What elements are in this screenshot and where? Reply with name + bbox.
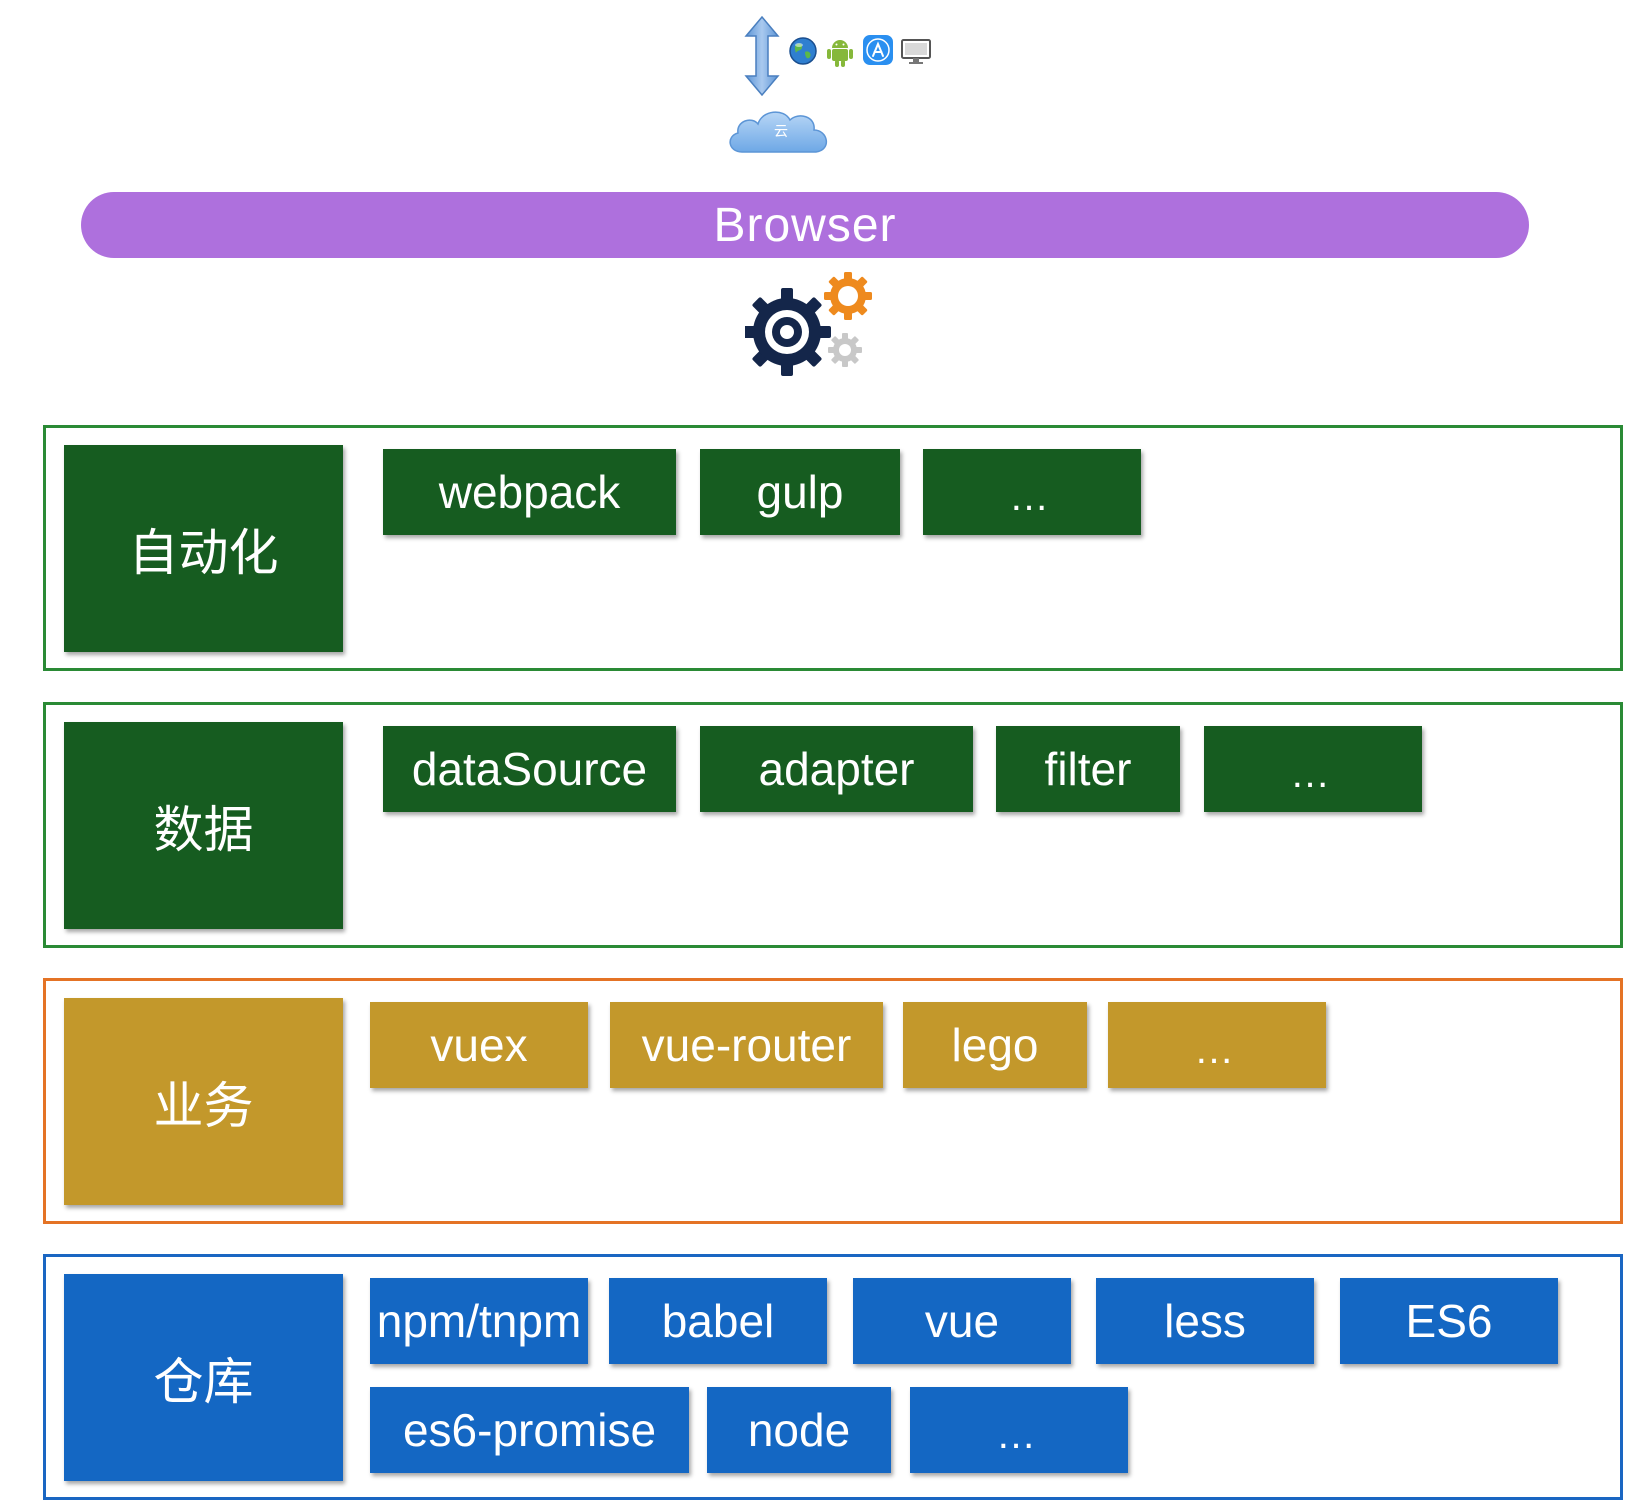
browser-bar: Browser [81,192,1529,258]
double-arrow-icon [744,16,780,96]
item-gulp: gulp [700,449,900,535]
item-vue-router: vue-router [610,1002,883,1088]
platform-icons: 云 [729,14,970,164]
layer-label-automation: 自动化 [64,445,343,652]
item-node: node [707,1387,891,1473]
desktop-icon [901,39,931,64]
item-es6: ES6 [1340,1278,1558,1364]
browser-label: Browser [713,198,897,252]
layer-automation: 自动化 webpack gulp … [43,425,1623,671]
item-vue: vue [853,1278,1071,1364]
layer-business: 业务 vuex vue-router lego … [43,978,1623,1224]
cloud-label: 云 [774,124,788,140]
item-less: less [1096,1278,1314,1364]
item-datasource: dataSource [383,726,676,812]
item-more: … [923,449,1141,535]
gears-icon [745,272,872,376]
item-filter: filter [996,726,1180,812]
item-more: … [1204,726,1422,812]
item-babel: babel [609,1278,827,1364]
layer-label-repository: 仓库 [64,1274,343,1481]
item-lego: lego [903,1002,1087,1088]
appstore-icon [863,35,893,65]
item-es6-promise: es6-promise [370,1387,689,1473]
layer-data: 数据 dataSource adapter filter … [43,702,1623,948]
item-adapter: adapter [700,726,973,812]
item-more: … [910,1387,1128,1473]
item-npm-tnpm: npm/tnpm [370,1278,588,1364]
android-icon [827,40,853,67]
layer-label-business: 业务 [64,998,343,1205]
item-webpack: webpack [383,449,676,535]
item-more: … [1108,1002,1326,1088]
globe-icon [789,37,817,65]
item-vuex: vuex [370,1002,588,1088]
layer-label-data: 数据 [64,722,343,929]
layer-repository: 仓库 npm/tnpm babel vue less ES6 es6-promi… [43,1254,1623,1500]
